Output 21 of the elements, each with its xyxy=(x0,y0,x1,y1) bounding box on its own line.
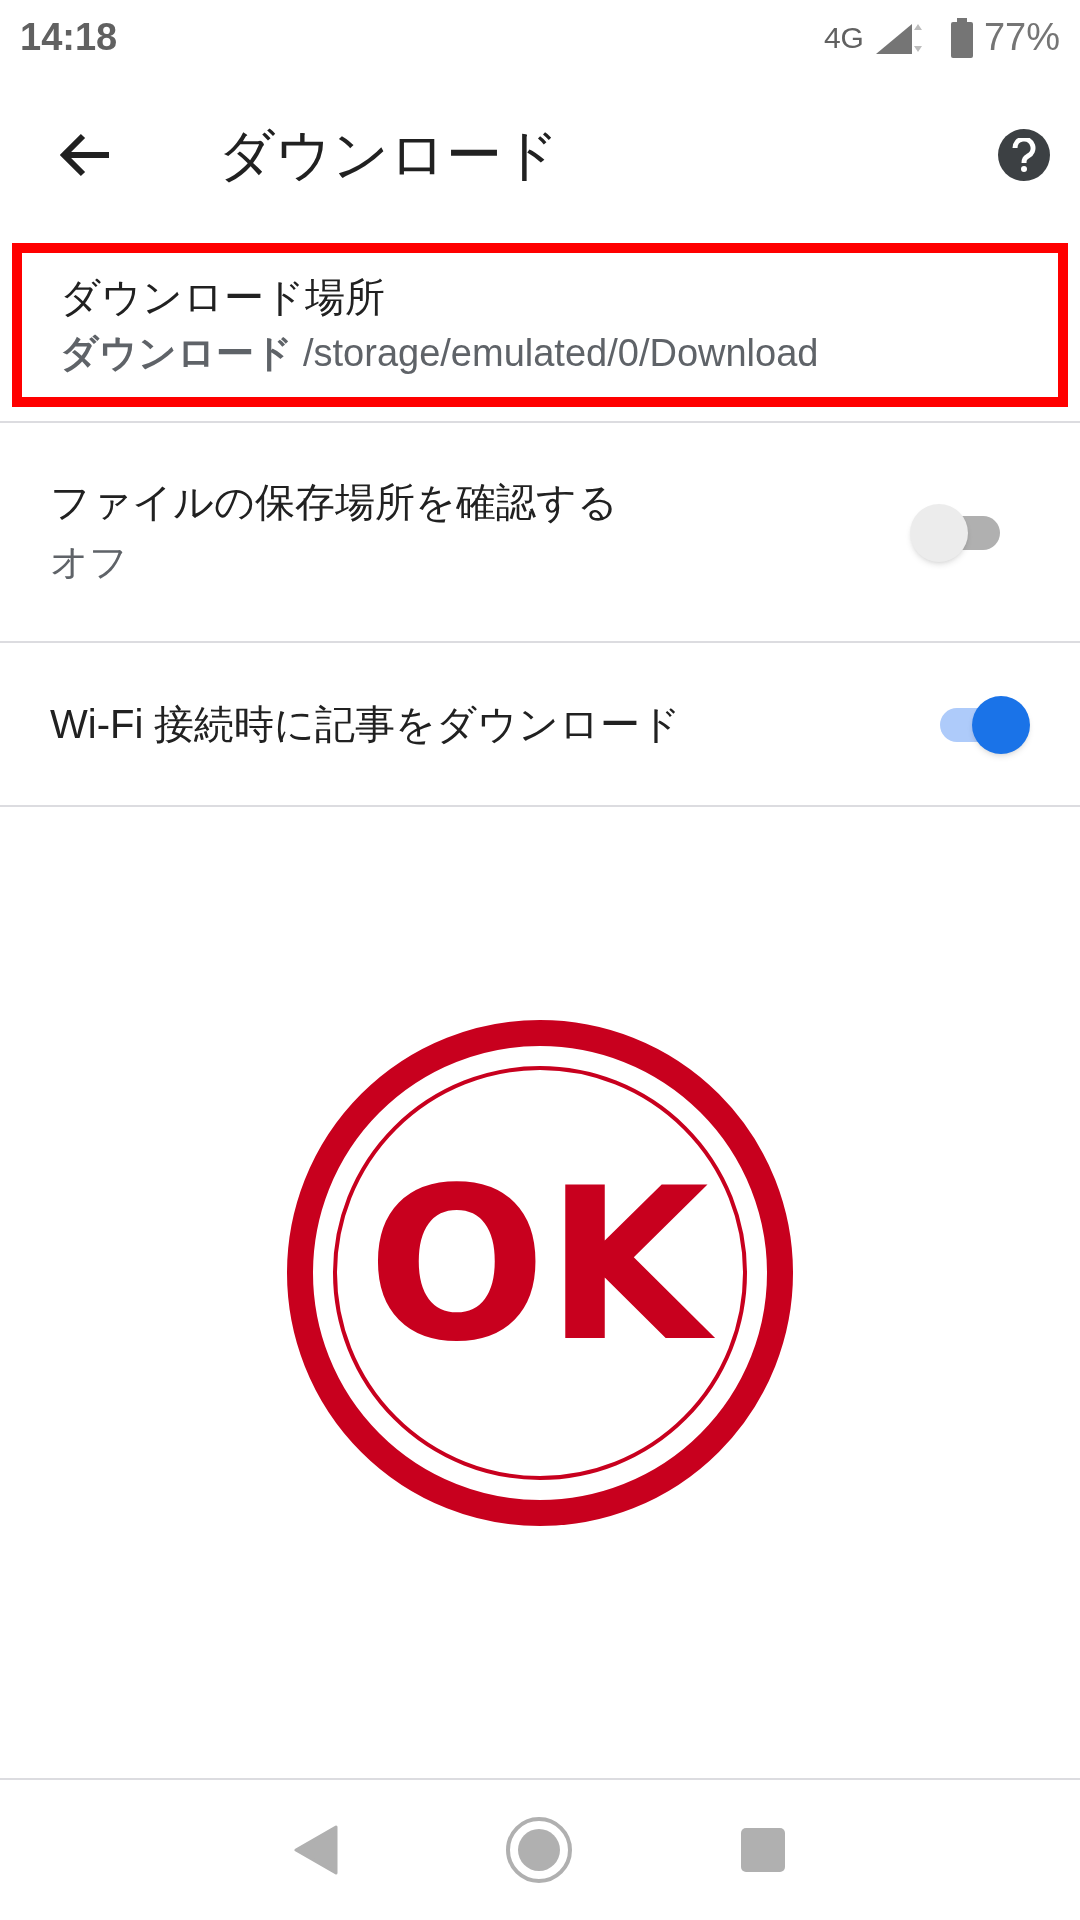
recents-button[interactable] xyxy=(740,1827,787,1873)
home-button[interactable] xyxy=(505,1816,573,1884)
status-time: 14:18 xyxy=(20,15,118,60)
help-button[interactable] xyxy=(998,129,1050,181)
back-triangle-icon xyxy=(293,1825,338,1875)
setting-title: ファイルの保存場所を確認する xyxy=(50,479,619,526)
network-label: 4G xyxy=(823,20,864,56)
page-title: ダウンロード xyxy=(218,122,560,188)
home-circle-icon xyxy=(505,1816,573,1884)
help-icon xyxy=(1012,138,1036,172)
nav-back-button[interactable] xyxy=(293,1825,338,1875)
setting-title: ダウンロード場所 xyxy=(60,274,386,321)
square-icon xyxy=(740,1827,787,1873)
back-arrow-icon xyxy=(59,133,111,177)
battery-icon xyxy=(949,17,974,58)
setting-title: Wi-Fi 接続時に記事をダウンロード xyxy=(50,701,683,748)
folder-path: /storage/emulated/0/Download xyxy=(303,331,819,376)
battery-percent: 77% xyxy=(983,15,1060,60)
folder-name: ダウンロード xyxy=(60,331,293,376)
setting-status: オフ xyxy=(50,540,129,585)
setting-row[interactable]: ダウンロード場所 ダウンロード /storage/emulated/0/Download xyxy=(12,243,1068,407)
